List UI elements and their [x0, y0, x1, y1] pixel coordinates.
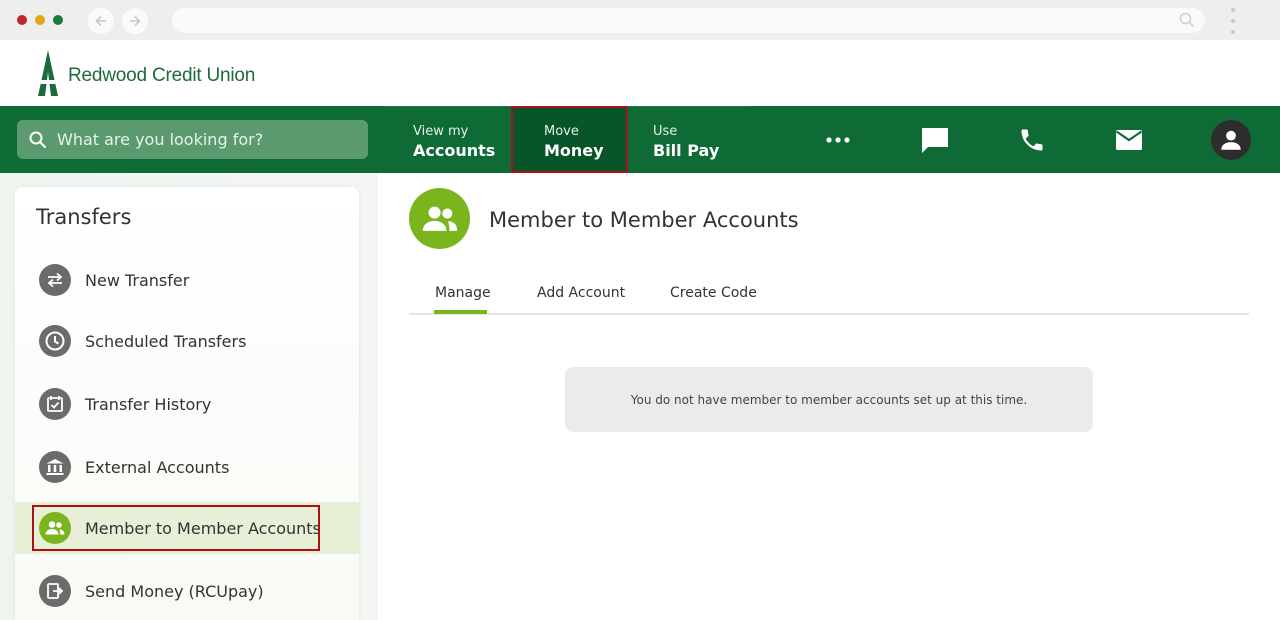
nav-accounts-big: Accounts [413, 141, 496, 160]
sidebar-item-new-transfer[interactable]: New Transfer [15, 254, 359, 306]
browser-chrome [0, 0, 1280, 40]
empty-state-message: You do not have member to member account… [565, 367, 1093, 432]
search-input[interactable] [57, 130, 347, 149]
sidebar-item-label: Send Money (RCUpay) [85, 581, 264, 601]
sidebar-item-label: Transfer History [85, 394, 212, 414]
send-money-icon [39, 575, 71, 607]
search-box[interactable] [17, 120, 368, 159]
sidebar-item-label: Scheduled Transfers [85, 331, 247, 351]
profile-icon [1221, 130, 1241, 150]
nav-billpay-small: Use [653, 124, 678, 139]
brand-name: Redwood Credit Union [68, 65, 256, 86]
arrow-right-icon [130, 15, 141, 27]
highlight-box [32, 505, 320, 551]
redwood-tree-icon [38, 50, 58, 96]
sidebar-item-transfer-history[interactable]: Transfer History [15, 378, 359, 430]
avatar [1211, 119, 1251, 160]
nav-view-accounts[interactable]: View my Accounts [384, 106, 511, 173]
address-bar[interactable] [172, 8, 1205, 33]
forward-button[interactable] [122, 8, 148, 34]
phone-icon [1021, 129, 1043, 150]
clock-icon [39, 325, 71, 357]
tab-create-code[interactable]: Create Code [670, 285, 757, 301]
more-icon [826, 136, 850, 143]
logo-header: Redwood Credit Union [0, 40, 1280, 106]
nav-move-big: Money [544, 141, 604, 160]
sidebar-item-scheduled-transfers[interactable]: Scheduled Transfers [15, 315, 359, 367]
calendar-check-icon [39, 388, 71, 420]
main-navigation: View my Accounts Move Money Use Bill Pay [0, 106, 1280, 173]
transfers-sidebar: Transfers New Transfer Scheduled Transfe… [15, 187, 359, 620]
sidebar-item-send-money[interactable]: Send Money (RCUpay) [15, 565, 359, 617]
mail-button[interactable] [1099, 106, 1159, 173]
sidebar-item-external-accounts[interactable]: External Accounts [15, 441, 359, 493]
tab-manage[interactable]: Manage [435, 285, 491, 301]
bank-icon [39, 451, 71, 483]
window-maximize-dot[interactable] [53, 15, 63, 25]
more-button[interactable] [808, 106, 868, 173]
mail-icon [1115, 129, 1143, 150]
nav-billpay-big: Bill Pay [653, 141, 720, 160]
chat-icon [922, 127, 948, 153]
page-title: Member to Member Accounts [489, 208, 799, 232]
chat-button[interactable] [905, 106, 965, 173]
search-icon [1179, 12, 1195, 28]
people-icon [422, 206, 457, 231]
window-minimize-dot[interactable] [35, 15, 45, 25]
arrow-left-icon [95, 15, 106, 27]
active-tab-indicator [434, 310, 487, 314]
back-button[interactable] [88, 8, 114, 34]
tab-bar: Manage Add Account Create Code [409, 272, 1249, 315]
brand-logo[interactable]: Redwood Credit Union [34, 50, 255, 96]
profile-button[interactable] [1201, 106, 1261, 173]
nav-move-small: Move [544, 124, 579, 139]
browser-menu-icon[interactable] [1229, 8, 1237, 34]
transfer-arrows-icon [39, 264, 71, 296]
member-accounts-badge [409, 188, 470, 249]
nav-accounts-small: View my [413, 124, 469, 139]
window-close-dot[interactable] [17, 15, 27, 25]
phone-button[interactable] [1002, 106, 1062, 173]
sidebar-title: Transfers [36, 205, 132, 229]
nav-bill-pay[interactable]: Use Bill Pay [628, 106, 750, 173]
nav-move-money[interactable]: Move Money [511, 106, 628, 173]
sidebar-item-label: New Transfer [85, 270, 190, 290]
search-icon [29, 131, 47, 148]
sidebar-item-label: External Accounts [85, 457, 230, 477]
tab-add-account[interactable]: Add Account [537, 285, 625, 301]
